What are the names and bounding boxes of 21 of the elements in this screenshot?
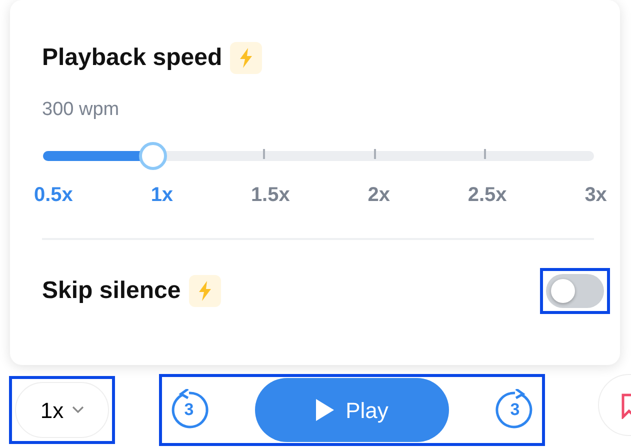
panel-title: Playback speed [42,43,222,73]
lightning-icon [188,274,221,306]
speed-stop-label[interactable]: 1x [150,180,174,210]
skip-silence-label: Skip silence [42,276,181,306]
skip-silence-toggle[interactable] [546,274,604,308]
forward-button[interactable]: 3 [494,389,536,431]
rewind-button[interactable]: 3 [168,389,210,431]
speed-stop-label[interactable]: 2x [368,180,390,210]
chevron-down-icon [72,406,84,414]
speed-stop-label[interactable]: 3x [584,180,607,210]
bookmark-icon [621,393,631,419]
rate-text: 300 wpm [42,98,120,122]
lightning-icon [230,42,262,74]
speed-button[interactable]: 1x [15,382,109,438]
speed-stop-label[interactable]: 0.5x [34,180,73,210]
speed-stop-label[interactable]: 2.5x [468,180,507,210]
play-icon [316,399,334,421]
speed-stop-label[interactable]: 1.5x [250,180,290,210]
slider-thumb[interactable] [139,142,168,170]
play-button[interactable]: Play [255,378,449,442]
speed-slider[interactable] [43,142,594,170]
